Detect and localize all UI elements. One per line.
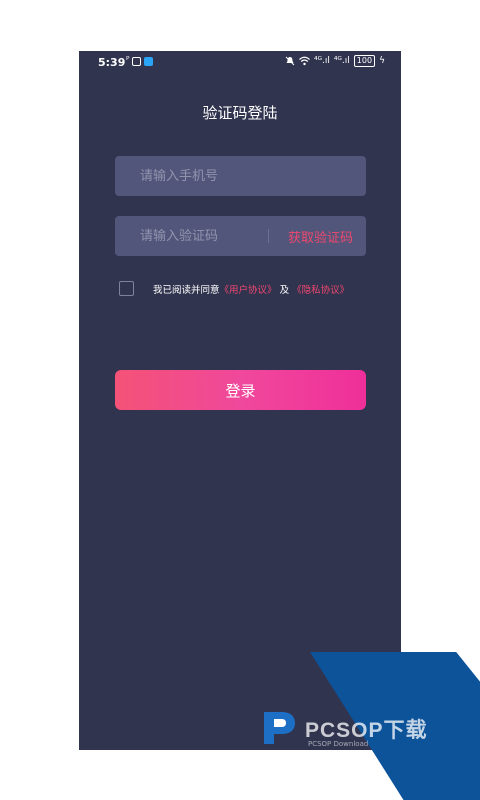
mute-bell-icon bbox=[285, 56, 295, 66]
charging-icon: ϟ bbox=[379, 56, 385, 66]
status-right: ⁴ᴳ.ıl ⁴ᴳ.ıl 100 ϟ bbox=[285, 55, 385, 67]
agree-prefix: 我已阅读并同意 bbox=[153, 285, 220, 296]
agree-checkbox[interactable] bbox=[119, 281, 134, 296]
agreement-row: 我已阅读并同意《用户协议》 及 《隐私协议》 bbox=[119, 281, 379, 297]
watermark-url: PCSOP Download bbox=[308, 740, 369, 748]
notification-icons: ᴾ bbox=[126, 56, 154, 66]
message-app-icon bbox=[132, 56, 142, 66]
code-field: 获取验证码 bbox=[115, 216, 366, 256]
code-input[interactable] bbox=[115, 216, 290, 256]
wifi-icon bbox=[299, 56, 310, 66]
app-badge-icon bbox=[144, 56, 154, 66]
phone-screen: 5:39 ᴾ ⁴ᴳ.ıl ⁴ᴳ.ıl 100 ϟ 验证码登陆 请输入手机号 请输… bbox=[79, 51, 401, 750]
privacy-policy-link[interactable]: 《隐私协议》 bbox=[292, 285, 349, 296]
status-bar: 5:39 ᴾ ⁴ᴳ.ıl ⁴ᴳ.ıl 100 ϟ bbox=[79, 51, 401, 75]
get-code-button[interactable]: 获取验证码 bbox=[288, 227, 353, 246]
notification-app-icon: ᴾ bbox=[126, 56, 130, 66]
phone-input[interactable] bbox=[115, 156, 290, 196]
user-agreement-link[interactable]: 《用户协议》 bbox=[220, 285, 277, 296]
login-button[interactable]: 登录 bbox=[115, 370, 366, 410]
watermark-logo-icon bbox=[264, 712, 295, 744]
signal-icon-2: ⁴ᴳ.ıl bbox=[333, 56, 350, 66]
agreement-text: 我已阅读并同意《用户协议》 及 《隐私协议》 bbox=[153, 282, 349, 296]
page-title: 验证码登陆 bbox=[202, 104, 278, 122]
battery-icon: 100 bbox=[353, 55, 376, 67]
signal-icon: ⁴ᴳ.ıl bbox=[314, 56, 330, 66]
agree-and: 及 bbox=[279, 285, 290, 296]
field-divider bbox=[268, 229, 269, 243]
status-time: 5:39 bbox=[98, 56, 126, 69]
phone-field bbox=[115, 156, 366, 196]
